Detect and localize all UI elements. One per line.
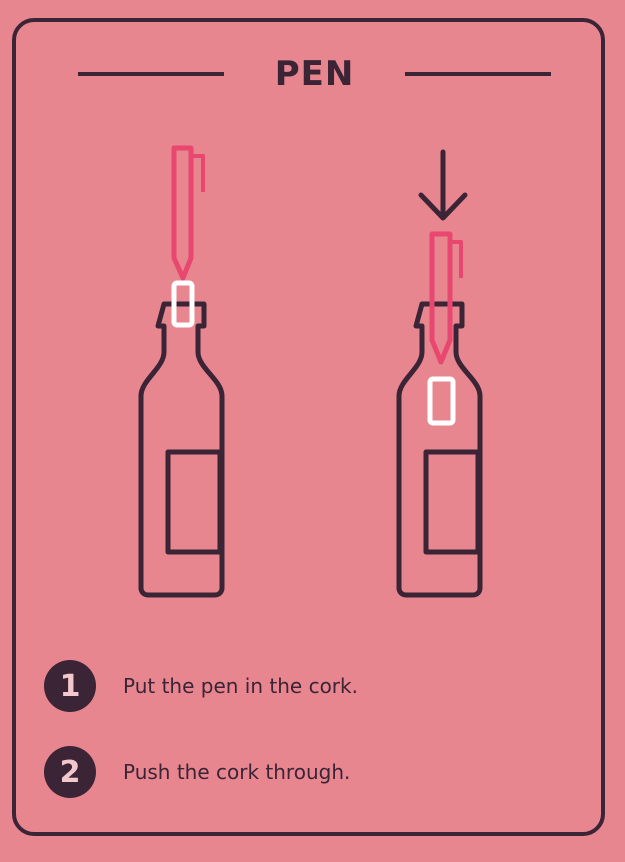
step-1: 1 Put the pen in the cork. bbox=[44, 660, 358, 712]
pen-icon bbox=[171, 145, 194, 281]
pen-icon bbox=[429, 231, 453, 365]
bottle-right bbox=[396, 301, 483, 598]
pen-left bbox=[171, 145, 205, 281]
cork-icon bbox=[427, 376, 456, 426]
illustration bbox=[138, 145, 483, 598]
step-text: Push the cork through. bbox=[123, 760, 351, 784]
arrow-down-icon bbox=[418, 149, 468, 221]
bottle-label bbox=[165, 449, 223, 555]
step-text: Put the pen in the cork. bbox=[123, 674, 358, 698]
step-number-badge: 1 bbox=[44, 660, 96, 712]
step-number-badge: 2 bbox=[44, 746, 96, 798]
bottle-left bbox=[138, 301, 225, 598]
step-2: 2 Push the cork through. bbox=[44, 746, 350, 798]
bottle-label bbox=[423, 449, 481, 555]
